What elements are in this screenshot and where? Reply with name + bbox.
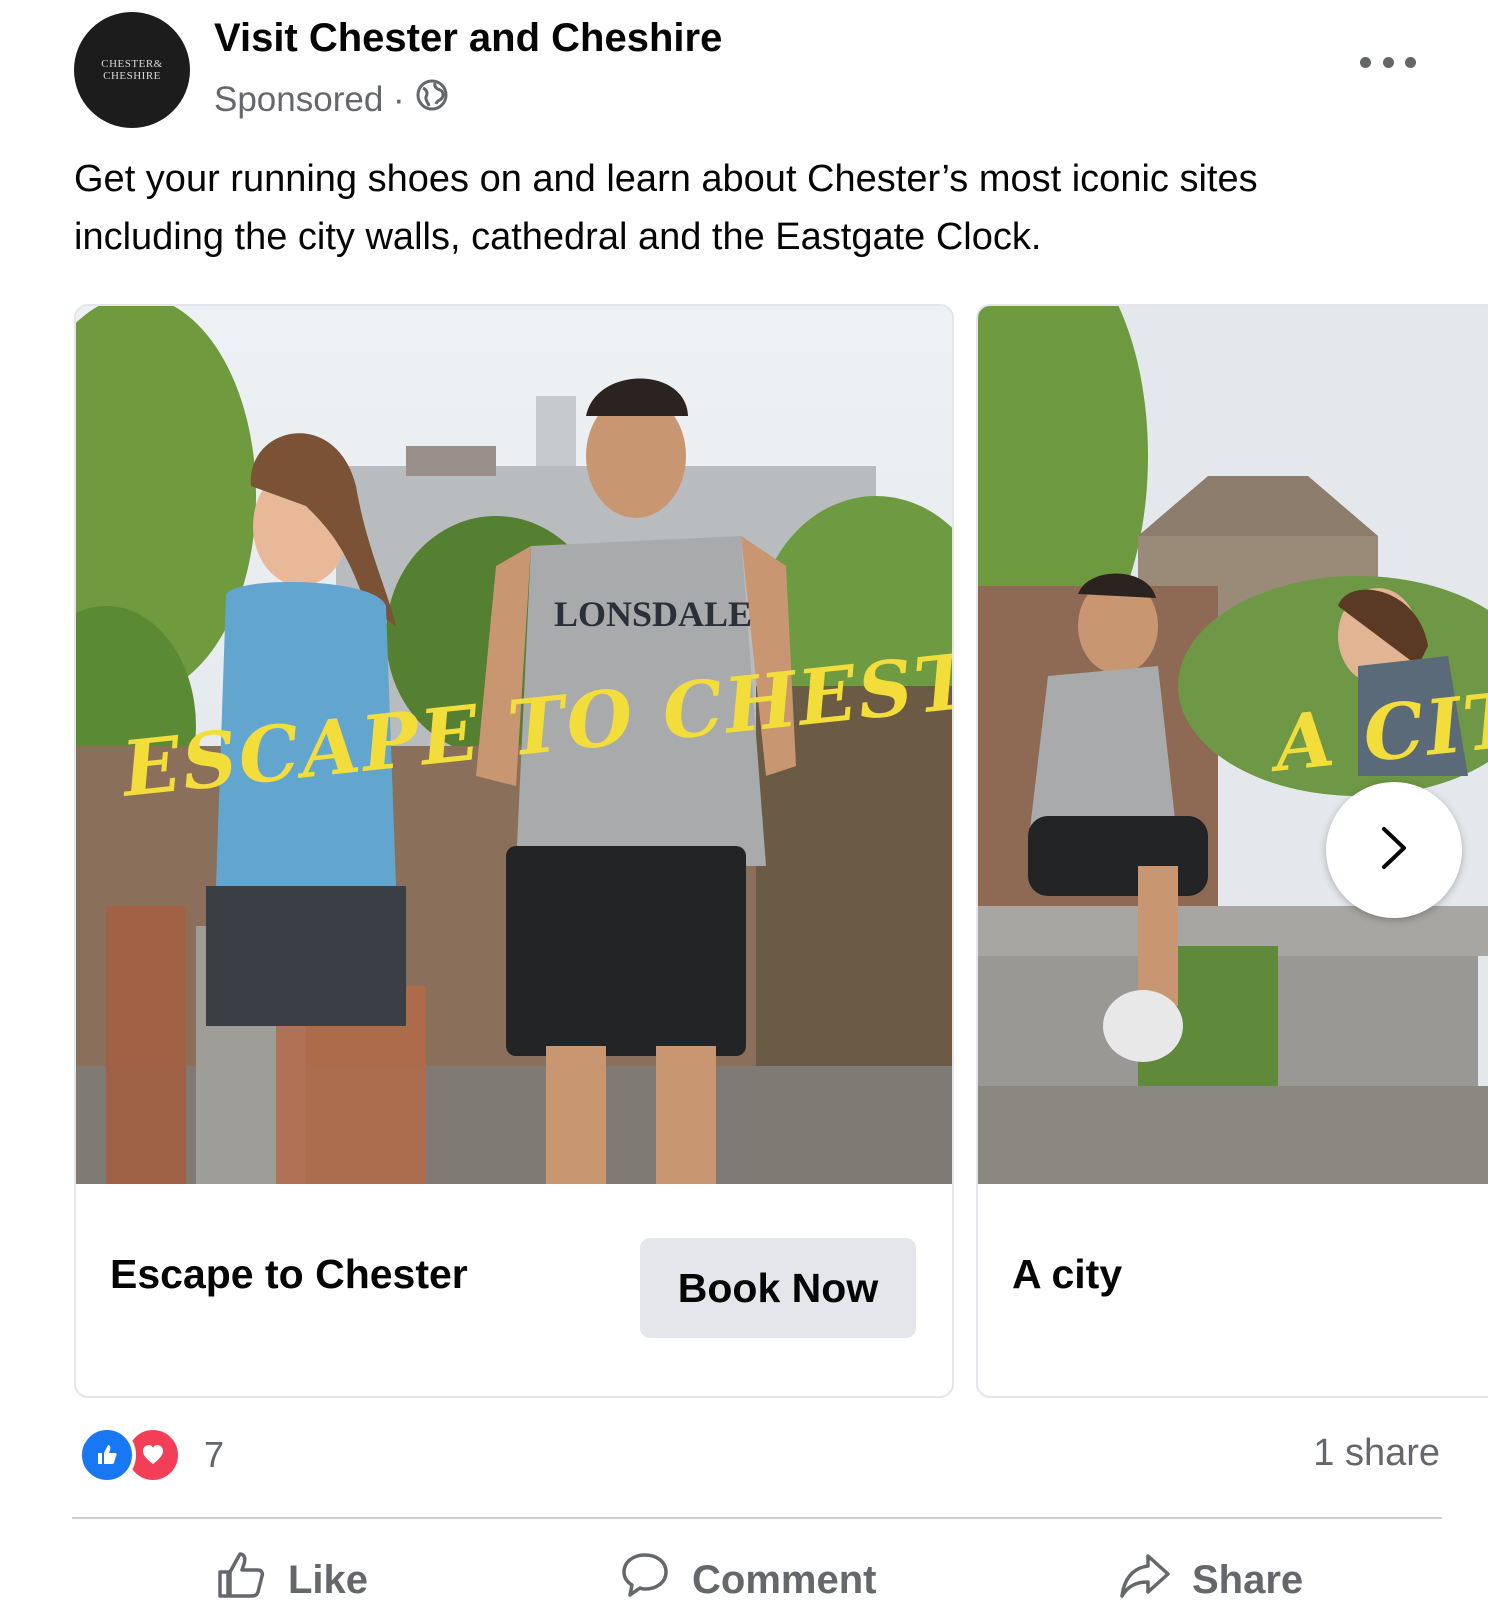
reaction-count: 7: [204, 1434, 225, 1475]
comment-label: Comment: [692, 1557, 877, 1602]
avatar-logo-line2: CHESHIRE: [103, 70, 161, 82]
carousel-next-button[interactable]: [1326, 782, 1462, 918]
share-button[interactable]: Share: [1118, 1548, 1303, 1612]
like-button[interactable]: Like: [214, 1548, 368, 1612]
book-now-button[interactable]: Book Now: [640, 1238, 916, 1338]
thumbs-up-icon: [214, 1548, 268, 1612]
page-name-link[interactable]: Visit Chester and Cheshire: [214, 16, 722, 61]
share-count[interactable]: 1 share: [1313, 1432, 1440, 1475]
card-1-headline: Escape to Chester: [110, 1251, 468, 1297]
share-label: Share: [1192, 1557, 1304, 1602]
card-2-headline: A city: [1012, 1251, 1123, 1297]
sponsored-label: Sponsored ·: [214, 79, 405, 119]
share-arrow-icon: [1118, 1548, 1172, 1612]
reactions-summary[interactable]: 7: [78, 1426, 224, 1484]
divider: [72, 1517, 1442, 1519]
avatar-logo-line1: CHESTER&: [101, 58, 163, 70]
page-avatar[interactable]: CHESTER& CHESHIRE: [74, 12, 190, 128]
comment-icon: [618, 1548, 672, 1612]
like-label: Like: [288, 1557, 369, 1602]
post-caption: Get your running shoes on and learn abou…: [74, 158, 1258, 258]
sponsored-row: Sponsored ·: [214, 78, 449, 121]
comment-button[interactable]: Comment: [618, 1548, 876, 1612]
chevron-right-icon: [1374, 823, 1414, 878]
shirt-brand-text: LONSDALE: [554, 594, 752, 634]
like-reaction-icon: [78, 1426, 136, 1484]
carousel-card-1[interactable]: LONSDALE ESCAPE TO CHESTER Escape to Che…: [74, 304, 954, 1398]
globe-icon[interactable]: [415, 78, 449, 121]
more-options-icon[interactable]: [1360, 52, 1416, 72]
